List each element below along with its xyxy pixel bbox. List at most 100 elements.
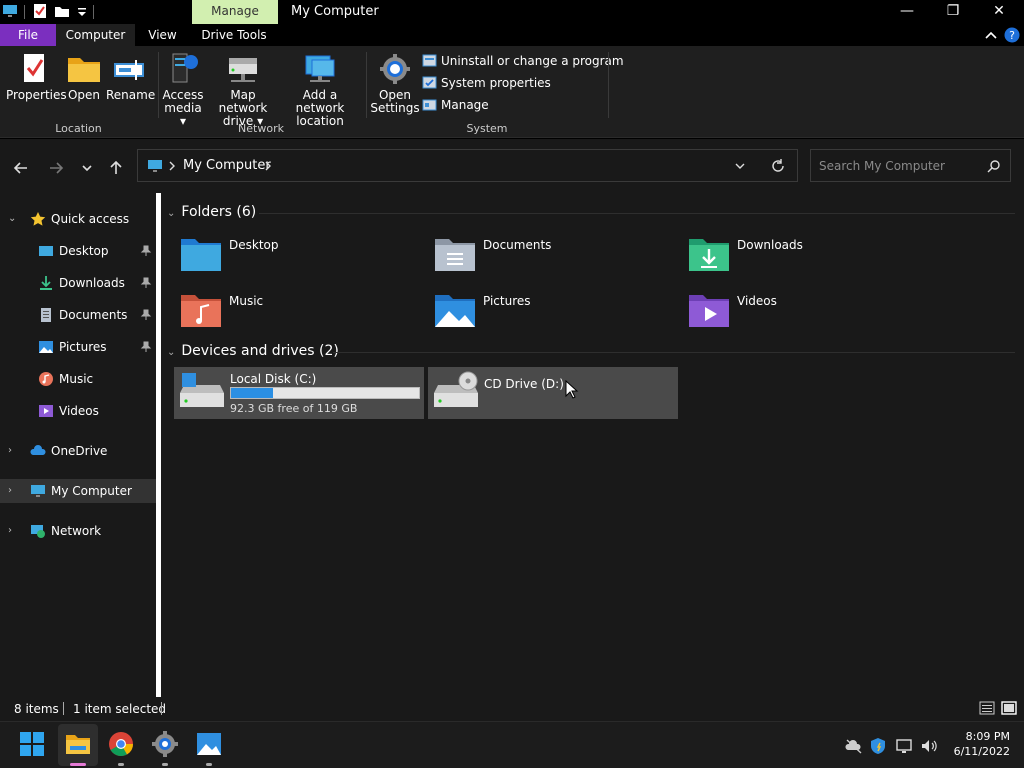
nav-label: My Computer (51, 484, 132, 498)
content-area: ⌄ Folders (6) Desktop Documents Downloads… (161, 193, 1024, 697)
nav-label: Music (59, 372, 94, 386)
recent-locations-chevron-icon[interactable] (76, 157, 98, 179)
breadcrumb-chevron-icon[interactable] (168, 161, 176, 171)
large-icons-view-icon[interactable] (1001, 700, 1017, 716)
help-icon[interactable]: ? (1004, 27, 1020, 43)
folders-section-header[interactable]: ⌄ Folders (6) (167, 204, 256, 220)
open-settings-button[interactable]: Open Settings (370, 52, 420, 115)
up-arrow-icon[interactable] (105, 157, 127, 179)
new-folder-quick-icon[interactable] (54, 3, 70, 19)
security-shield-icon[interactable] (869, 737, 887, 755)
expand-chevron-icon[interactable]: › (8, 439, 12, 463)
separator (24, 5, 25, 19)
tab-computer[interactable]: Computer (56, 24, 135, 46)
map-drive-label-1: Map network (218, 88, 268, 115)
hard-drive-icon (180, 373, 224, 407)
taskbar-clock[interactable]: 8:09 PM 6/11/2022 (940, 729, 1010, 759)
search-icon[interactable] (987, 159, 1001, 173)
rename-button[interactable]: Rename (106, 52, 156, 102)
folder-pictures[interactable]: Pictures (433, 291, 673, 337)
manage-context-tab[interactable]: Manage (192, 0, 278, 24)
customize-quick-access-icon[interactable] (74, 3, 90, 19)
folder-downloads[interactable]: Downloads (687, 235, 927, 281)
manage-button[interactable]: Manage (422, 96, 489, 114)
network-monitor-icon[interactable] (896, 737, 914, 755)
folder-name: Desktop (229, 238, 279, 252)
collapse-ribbon-icon[interactable] (984, 29, 998, 41)
expand-chevron-icon[interactable]: ⌄ (8, 207, 16, 231)
volume-icon[interactable] (920, 737, 938, 755)
open-button[interactable]: Open (64, 52, 104, 102)
close-button[interactable]: ✕ (976, 0, 1022, 24)
folders-header-text: Folders (6) (181, 204, 257, 220)
clock-date: 6/11/2022 (953, 745, 1010, 758)
folder-music[interactable]: Music (179, 291, 419, 337)
pin-icon[interactable] (140, 309, 152, 321)
pin-icon[interactable] (140, 245, 152, 257)
chrome-icon[interactable] (107, 730, 135, 758)
drive-local-disk-c[interactable]: Local Disk (C:) 92.3 GB free of 119 GB (174, 367, 424, 419)
address-bar[interactable]: My Computer (137, 149, 798, 182)
nav-label: Downloads (59, 276, 125, 290)
videos-icon (39, 405, 53, 417)
access-media-label-1: Access (162, 88, 204, 102)
nav-documents[interactable]: Documents (0, 303, 156, 327)
nav-pictures[interactable]: Pictures (0, 335, 156, 359)
address-dropdown-icon[interactable] (734, 161, 746, 171)
nav-videos[interactable]: Videos (0, 399, 156, 423)
nav-onedrive[interactable]: › OneDrive (0, 439, 156, 463)
map-network-drive-button[interactable]: Map network drive ▾ (206, 52, 280, 128)
expand-chevron-icon[interactable]: › (8, 519, 12, 543)
file-explorer-icon[interactable] (64, 730, 92, 758)
maximize-button[interactable]: ❐ (930, 0, 976, 24)
pin-icon[interactable] (140, 341, 152, 353)
cloud-offline-icon[interactable] (845, 737, 863, 755)
properties-button[interactable]: Properties (6, 52, 67, 102)
search-box[interactable] (810, 149, 1011, 182)
search-input[interactable] (819, 157, 979, 175)
computer-icon[interactable] (2, 3, 18, 19)
collapse-chevron-icon[interactable]: ⌄ (167, 347, 175, 358)
pictures-folder-icon (435, 295, 475, 327)
nav-quick-access[interactable]: ⌄ Quick access (0, 207, 156, 231)
tab-drive-tools[interactable]: Drive Tools (190, 24, 278, 46)
folder-desktop[interactable]: Desktop (179, 235, 419, 281)
settings-gear-icon[interactable] (151, 730, 179, 758)
refresh-icon[interactable] (770, 158, 786, 174)
windows-start-icon[interactable] (18, 730, 46, 758)
access-media-button[interactable]: Access media ▾ (160, 52, 206, 128)
nav-desktop[interactable]: Desktop (0, 239, 156, 263)
breadcrumb-chevron-icon[interactable] (264, 161, 272, 171)
devices-section-header[interactable]: ⌄ Devices and drives (2) (167, 343, 339, 359)
gear-icon (380, 54, 410, 84)
uninstall-program-button[interactable]: Uninstall or change a program (422, 52, 624, 70)
drive-cd-d[interactable]: CD Drive (D:) (428, 367, 678, 419)
pin-icon[interactable] (140, 277, 152, 289)
nav-downloads[interactable]: Downloads (0, 271, 156, 295)
forward-arrow-icon[interactable] (45, 157, 67, 179)
ribbon-separator (366, 52, 367, 118)
manage-icon (422, 99, 437, 111)
expand-chevron-icon[interactable]: › (8, 479, 12, 503)
collapse-chevron-icon[interactable]: ⌄ (167, 208, 175, 219)
nav-my-computer[interactable]: › My Computer (0, 479, 156, 503)
nav-music[interactable]: Music (0, 367, 156, 391)
properties-quick-icon[interactable] (32, 3, 48, 19)
folder-videos[interactable]: Videos (687, 291, 927, 337)
tab-view[interactable]: View (135, 24, 190, 46)
details-view-icon[interactable] (979, 700, 995, 716)
nav-network[interactable]: › Network (0, 519, 156, 543)
breadcrumb-my-computer[interactable]: My Computer (183, 158, 271, 173)
running-indicator (118, 763, 124, 766)
system-properties-button[interactable]: System properties (422, 74, 551, 92)
tab-file[interactable]: File (0, 24, 56, 46)
nav-label: Documents (59, 308, 128, 322)
folder-name: Downloads (737, 238, 803, 252)
add-network-location-button[interactable]: Add a network location (280, 52, 360, 128)
photos-icon[interactable] (195, 730, 223, 758)
folder-documents[interactable]: Documents (433, 235, 673, 281)
back-arrow-icon[interactable] (10, 157, 32, 179)
folder-name: Videos (737, 294, 777, 308)
minimize-button[interactable]: — (884, 0, 930, 24)
rename-label: Rename (106, 88, 156, 102)
